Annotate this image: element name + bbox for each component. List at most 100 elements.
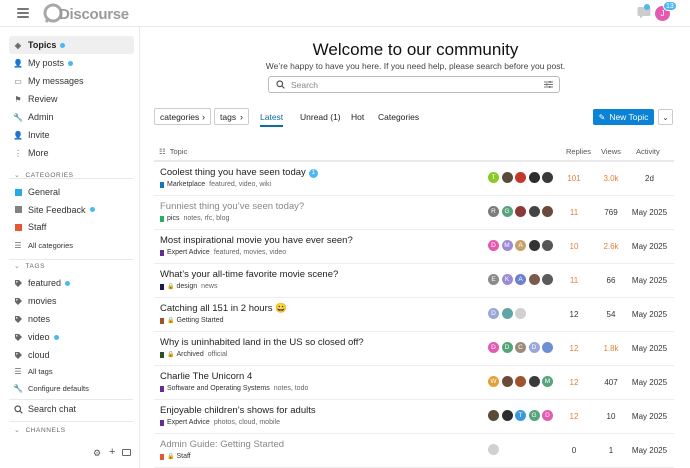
sidebar-item-tag-video[interactable]: video: [9, 328, 134, 346]
new-posts-badge[interactable]: 1: [308, 169, 318, 178]
replies-count[interactable]: 0: [559, 446, 589, 455]
activity-date[interactable]: 2d: [627, 174, 672, 183]
activity-date[interactable]: May 2025: [627, 344, 672, 353]
activity-date[interactable]: May 2025: [627, 276, 672, 285]
topic-title-link[interactable]: Admin Guide: Getting Started: [160, 439, 284, 450]
table-row[interactable]: What’s your all-time favorite movie scen…: [154, 264, 674, 298]
poster-avatar[interactable]: C: [515, 342, 526, 353]
sidebar-item-more[interactable]: ⋮ More: [9, 144, 134, 162]
sidebar-item-category-site-feedback[interactable]: Site Feedback: [9, 201, 134, 219]
table-row[interactable]: Why is uninhabited land in the US so clo…: [154, 332, 674, 366]
topic-title-link[interactable]: Most inspirational movie you have ever s…: [160, 235, 353, 246]
sidebar-item-invite[interactable]: 👤 Invite: [9, 126, 134, 144]
poster-avatar[interactable]: K: [501, 274, 513, 285]
poster-avatar[interactable]: T: [515, 410, 526, 421]
poster-avatar[interactable]: [528, 240, 540, 251]
sidebar-item-admin[interactable]: 🔧 Admin: [9, 108, 134, 126]
sidebar-item-tag-notes[interactable]: notes: [9, 310, 134, 328]
table-row[interactable]: Enjoyable children’s shows for adults Exp…: [154, 400, 674, 434]
category-badge[interactable]: Expert Advice: [160, 249, 210, 256]
poster-avatar[interactable]: [501, 308, 513, 319]
poster-avatar[interactable]: D: [488, 240, 499, 251]
topic-tags[interactable]: photos, cloud, mobile: [214, 419, 280, 426]
activity-date[interactable]: May 2025: [627, 378, 672, 387]
topic-title-link[interactable]: Enjoyable children’s shows for adults: [160, 405, 316, 416]
tab-categories[interactable]: Categories: [378, 112, 419, 122]
sidebar-item-all-tags[interactable]: ☰ All tags: [9, 362, 134, 380]
replies-count[interactable]: 101: [559, 174, 589, 183]
poster-avatar[interactable]: [515, 206, 526, 217]
poster-avatar[interactable]: [528, 274, 540, 285]
hamburger-menu-icon[interactable]: [17, 8, 29, 18]
category-badge[interactable]: 🔒 Staff: [160, 453, 191, 460]
poster-avatar[interactable]: D: [488, 342, 499, 353]
tab-hot[interactable]: Hot: [351, 112, 364, 122]
table-row[interactable]: Coolest thing you have seen today 1 Market…: [154, 162, 674, 196]
poster-avatar[interactable]: D: [501, 342, 513, 353]
sidebar-item-tag-movies[interactable]: movies: [9, 292, 134, 310]
channels-section-heading[interactable]: ⌄ CHANNELS: [14, 426, 66, 435]
more-options-button[interactable]: ⌄: [658, 109, 673, 125]
replies-count[interactable]: 12: [559, 344, 589, 353]
topic-tags[interactable]: featured, movies, video: [214, 249, 286, 256]
poster-avatar[interactable]: [528, 172, 540, 183]
views-column-header[interactable]: Views: [601, 147, 621, 156]
activity-column-header[interactable]: Activity: [636, 147, 660, 156]
replies-count[interactable]: 11: [559, 208, 589, 217]
topic-tags[interactable]: featured, video, wiki: [209, 181, 271, 188]
tags-dropdown[interactable]: tags ›: [214, 108, 249, 125]
replies-column-header[interactable]: Replies: [566, 147, 591, 156]
poster-avatar[interactable]: [515, 308, 526, 319]
topic-tags[interactable]: news: [201, 283, 217, 290]
sidebar-item-category-general[interactable]: General: [9, 183, 134, 201]
search-input[interactable]: Search: [268, 76, 560, 93]
topic-title-link[interactable]: What’s your all-time favorite movie scen…: [160, 269, 338, 280]
tags-section-heading[interactable]: ⌄ TAGS: [14, 262, 45, 271]
sidebar-item-configure-defaults[interactable]: 🔧 Configure defaults: [9, 379, 134, 397]
poster-avatar[interactable]: D: [488, 308, 499, 319]
sidebar-item-topics[interactable]: ◈ Topics: [9, 36, 134, 54]
table-row[interactable]: Charlie The Unicorn 4 Software and Operat…: [154, 366, 674, 400]
poster-avatar[interactable]: [542, 172, 553, 183]
gear-icon[interactable]: ⚙: [93, 448, 101, 459]
activity-date[interactable]: May 2025: [627, 208, 672, 217]
sliders-icon[interactable]: [544, 80, 553, 91]
tab-latest[interactable]: Latest: [260, 112, 284, 127]
topic-title-link[interactable]: Catching all 151 in 2 hours 😀: [160, 303, 287, 314]
poster-avatar[interactable]: [542, 274, 553, 285]
sidebar-item-review[interactable]: ⚑ Review: [9, 90, 134, 108]
sidebar-item-my-messages[interactable]: ▭ My messages: [9, 72, 134, 90]
table-row[interactable]: Most inspirational movie you have ever s…: [154, 230, 674, 264]
category-badge[interactable]: 🔒 Archived: [160, 351, 204, 358]
bulk-select-icon[interactable]: ☷: [159, 147, 166, 156]
poster-avatar[interactable]: [542, 342, 553, 353]
plus-icon[interactable]: +: [109, 446, 115, 458]
category-badge[interactable]: 🔒 Getting Started: [160, 317, 224, 324]
sidebar-item-tag-featured[interactable]: featured: [9, 274, 134, 292]
poster-avatar[interactable]: M: [501, 240, 513, 251]
sidebar-item-category-staff[interactable]: Staff: [9, 218, 134, 236]
poster-avatar[interactable]: [501, 172, 513, 183]
poster-avatar[interactable]: T: [488, 172, 499, 183]
sidebar-item-all-categories[interactable]: ☰ All categories: [9, 236, 134, 254]
table-row[interactable]: Funniest thing you’ve seen today? pics not…: [154, 196, 674, 230]
topic-tags[interactable]: official: [208, 351, 228, 358]
topic-column-header[interactable]: ☷ Topic: [159, 147, 187, 156]
poster-avatar[interactable]: [528, 206, 540, 217]
poster-avatar[interactable]: M: [542, 376, 553, 387]
poster-avatar[interactable]: [528, 376, 540, 387]
topic-title-link[interactable]: Funniest thing you’ve seen today?: [160, 201, 304, 212]
table-row[interactable]: Admin Guide: Getting Started 🔒 Staff 0 1 May …: [154, 434, 674, 468]
replies-count[interactable]: 12: [559, 310, 589, 319]
poster-avatar[interactable]: [542, 206, 553, 217]
tab-unread[interactable]: Unread (1): [300, 112, 341, 122]
poster-avatar[interactable]: G: [528, 410, 540, 421]
site-logo[interactable]: Discourse: [42, 3, 129, 24]
sidebar-item-search-chat[interactable]: Search chat: [9, 400, 134, 418]
poster-avatar[interactable]: [488, 444, 499, 455]
activity-date[interactable]: May 2025: [627, 446, 672, 455]
replies-count[interactable]: 12: [559, 378, 589, 387]
new-topic-button[interactable]: ✎ New Topic: [593, 109, 654, 125]
poster-avatar[interactable]: [488, 410, 499, 421]
category-badge[interactable]: Software and Operating Systems: [160, 385, 270, 392]
